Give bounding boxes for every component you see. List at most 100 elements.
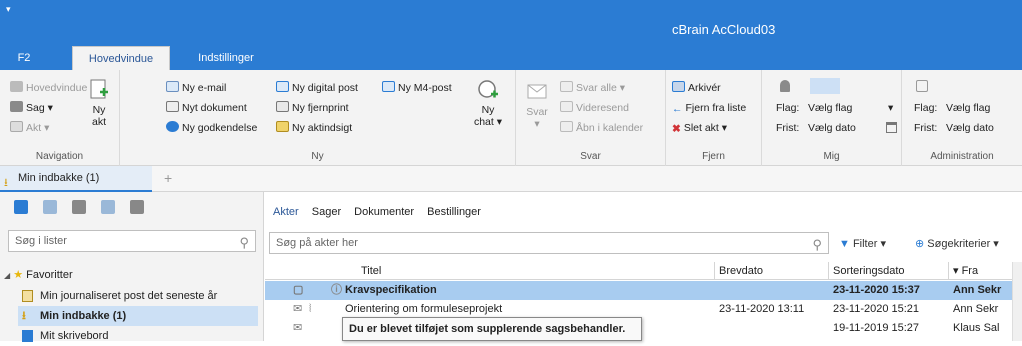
ribbon-group-mig: Flag: Vælg flag ▾ Frist: Vælg dato Mig: [762, 70, 902, 166]
tab-f2[interactable]: F2: [6, 46, 42, 70]
m4-post-icon: [382, 81, 395, 92]
ribbon: Hovedvindue Sag ▾ Akt ▾ Ny akt Navigation…: [0, 70, 1022, 166]
tab-bestillinger[interactable]: Bestillinger: [427, 206, 481, 218]
home-icon: [10, 81, 23, 92]
admin-flag-label: Flag:: [914, 102, 938, 114]
admin-flag-select[interactable]: Vælg flag: [946, 100, 990, 116]
email-icon: [166, 81, 179, 92]
document-icon: [10, 121, 23, 132]
new-doc-icon: [166, 101, 179, 112]
share-icon: [916, 80, 928, 92]
tab-min-indbakke[interactable]: ⭳ Min indbakke (1): [0, 166, 152, 192]
fjern-fra-liste-button[interactable]: ← Fjern fra liste: [672, 100, 746, 116]
tab-sager[interactable]: Sager: [312, 206, 341, 218]
ny-fjernprint-button[interactable]: Ny fjernprint: [276, 100, 349, 116]
ny-digital-post-button[interactable]: Ny digital post: [276, 80, 358, 96]
case-icon: [10, 101, 23, 112]
aabn-i-kalender-button[interactable]: Åbn i kalender: [560, 120, 643, 136]
ny-group-label: Ny: [311, 151, 324, 162]
akter-search-input[interactable]: Søg på akter her ⚲: [269, 232, 829, 254]
mig-flag-label: Flag:: [776, 102, 800, 114]
col-fra[interactable]: ▾ Fra: [949, 262, 1015, 280]
list-item[interactable]: Mit skrivebord: [18, 326, 258, 346]
ny-email-button[interactable]: Ny e-mail: [166, 80, 226, 96]
calendar-icon[interactable]: [886, 122, 897, 133]
workflow-icon[interactable]: [43, 200, 58, 214]
akt-button[interactable]: Akt ▾: [10, 120, 49, 136]
list-search-input[interactable]: Søg i lister ⚲: [8, 230, 256, 252]
ny-akt-button[interactable]: Ny akt: [84, 78, 114, 128]
ribbon-group-administration: Flag: Vælg flag Frist: Vælg dato Adminis…: [902, 70, 1022, 166]
quick-access-icon[interactable]: ▾: [6, 4, 11, 15]
title-bar: ▾ cBrain AcCloud03: [0, 0, 1022, 46]
delete-x-icon: ✖: [672, 123, 681, 135]
contacts-icon[interactable]: [101, 200, 116, 214]
journal-icon: [22, 290, 33, 302]
search-plus-icon: ⊕: [915, 238, 925, 250]
search-criteria-button[interactable]: ⊕ Søgekriterier ▾: [915, 237, 999, 250]
favorites-header[interactable]: ◢ ★ Favoritter: [4, 268, 73, 281]
tab-dokumenter[interactable]: Dokumenter: [354, 206, 414, 218]
approval-icon: [166, 121, 179, 132]
col-titel[interactable]: Titel: [265, 262, 715, 280]
reply-all-icon: [560, 81, 573, 92]
ribbon-group-svar: Svar ▾ Svar alle ▾ Videresend Åbn i kalen…: [516, 70, 666, 166]
admin-frist-label: Frist:: [914, 122, 938, 134]
sag-button[interactable]: Sag ▾: [10, 100, 53, 116]
document-icon[interactable]: [14, 200, 28, 214]
table-header: Titel Brevdato Sorteringsdato ▾ Fra: [265, 262, 1022, 280]
admin-frist-select[interactable]: Vælg dato: [946, 120, 994, 136]
chat-icon: [478, 80, 498, 98]
inbox-icon: ⭳: [22, 310, 26, 322]
tab-hovedvindue[interactable]: Hovedvindue: [72, 46, 170, 70]
info-icon: ⓘ: [331, 284, 342, 296]
list-item[interactable]: ⭳ Min indbakke (1): [18, 306, 258, 326]
hovedvindue-button[interactable]: Hovedvindue: [10, 80, 87, 96]
col-sorteringsdato[interactable]: Sorteringsdato: [829, 262, 949, 280]
search-icon[interactable]: ⚲: [239, 233, 249, 253]
filter-button[interactable]: ▼ Filter ▾: [839, 237, 886, 250]
nyt-dokument-button[interactable]: Nyt dokument: [166, 100, 247, 116]
list-icon[interactable]: [72, 200, 87, 214]
add-tab-button[interactable]: +: [164, 170, 172, 186]
ny-godkendelse-button[interactable]: Ny godkendelse: [166, 120, 257, 136]
table-scrollbar[interactable]: [1012, 262, 1022, 341]
new-document-icon: [90, 79, 108, 99]
ny-aktindsigt-button[interactable]: Ny aktindsigt: [276, 120, 352, 136]
tab-indstillinger[interactable]: Indstillinger: [186, 46, 266, 70]
table-row[interactable]: ▢ ⓘ Kravspecifikation 23-11-2020 15:37 A…: [265, 281, 1015, 300]
mig-flag-select[interactable]: Vælg flag: [808, 100, 852, 116]
search-icon[interactable]: ⚲: [812, 235, 822, 255]
mig-frist-label: Frist:: [776, 122, 800, 134]
svar-button[interactable]: Svar ▾: [522, 80, 552, 130]
tab-akter[interactable]: Akter: [273, 206, 299, 218]
calendar-icon: [560, 121, 573, 132]
fjern-group-label: Fjern: [702, 151, 725, 162]
col-brevdato[interactable]: Brevdato: [715, 262, 829, 280]
left-toolbar: [14, 200, 156, 220]
arrow-left-icon: ←: [672, 103, 683, 115]
insight-icon: [276, 121, 289, 132]
star-icon: ★: [13, 269, 24, 281]
svar-alle-button[interactable]: Svar alle ▾: [560, 80, 625, 96]
reply-envelope-icon: [527, 84, 547, 99]
attachment-icon: ⦚: [309, 303, 312, 315]
digital-post-icon: [276, 81, 289, 92]
chevron-down-icon[interactable]: ▾: [888, 100, 893, 116]
list-item[interactable]: Min journaliseret post det seneste år: [18, 286, 258, 306]
mig-frist-select[interactable]: Vælg dato: [808, 120, 856, 136]
arkiver-button[interactable]: Arkivér: [672, 80, 721, 96]
svar-group-label: Svar: [580, 151, 601, 162]
navigation-group-label: Navigation: [35, 151, 84, 162]
videresend-button[interactable]: Videresend: [560, 100, 629, 116]
slet-akt-button[interactable]: ✖ Slet akt ▾: [672, 120, 727, 136]
print-icon: [276, 101, 289, 112]
sub-tabs: Akter Sager Dokumenter Bestillinger: [273, 206, 491, 218]
ny-chat-button[interactable]: Ny chat ▾: [470, 78, 506, 128]
expand-icon[interactable]: ◢: [4, 271, 10, 280]
ny-m4-post-button[interactable]: Ny M4-post: [382, 80, 452, 96]
tooltip: Du er blevet tilføjet som supplerende sa…: [342, 317, 642, 341]
person-icon: [780, 80, 790, 92]
folder-icon[interactable]: [130, 200, 145, 214]
envelope-icon: ✉: [293, 303, 303, 315]
